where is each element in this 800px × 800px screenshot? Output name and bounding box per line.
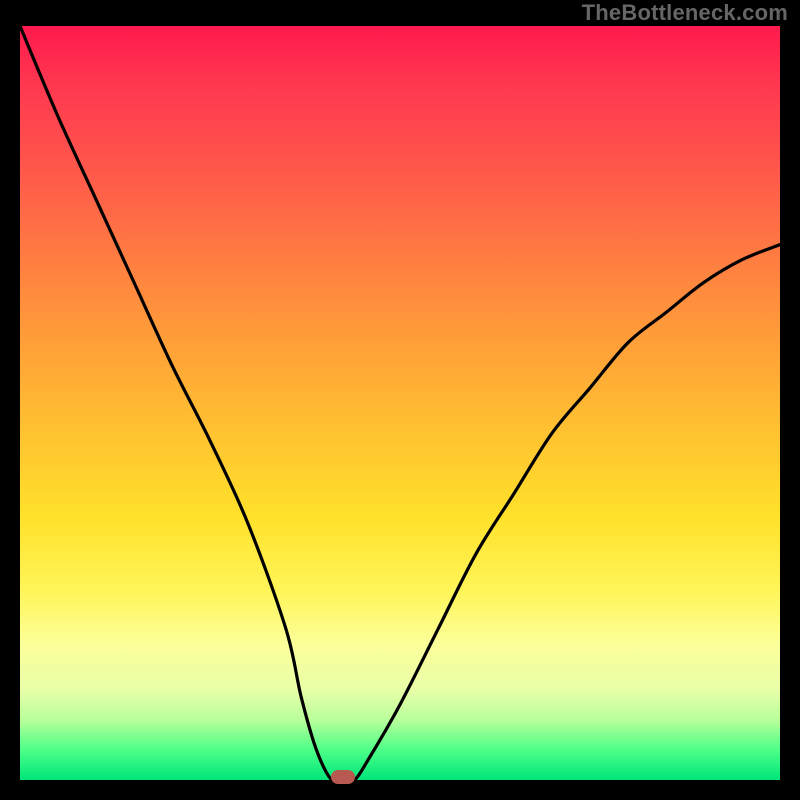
plot-area <box>20 26 780 780</box>
optimal-point-marker <box>331 770 355 784</box>
attribution-text: TheBottleneck.com <box>582 0 788 26</box>
bottleneck-curve <box>20 26 780 780</box>
chart-frame: TheBottleneck.com <box>0 0 800 800</box>
